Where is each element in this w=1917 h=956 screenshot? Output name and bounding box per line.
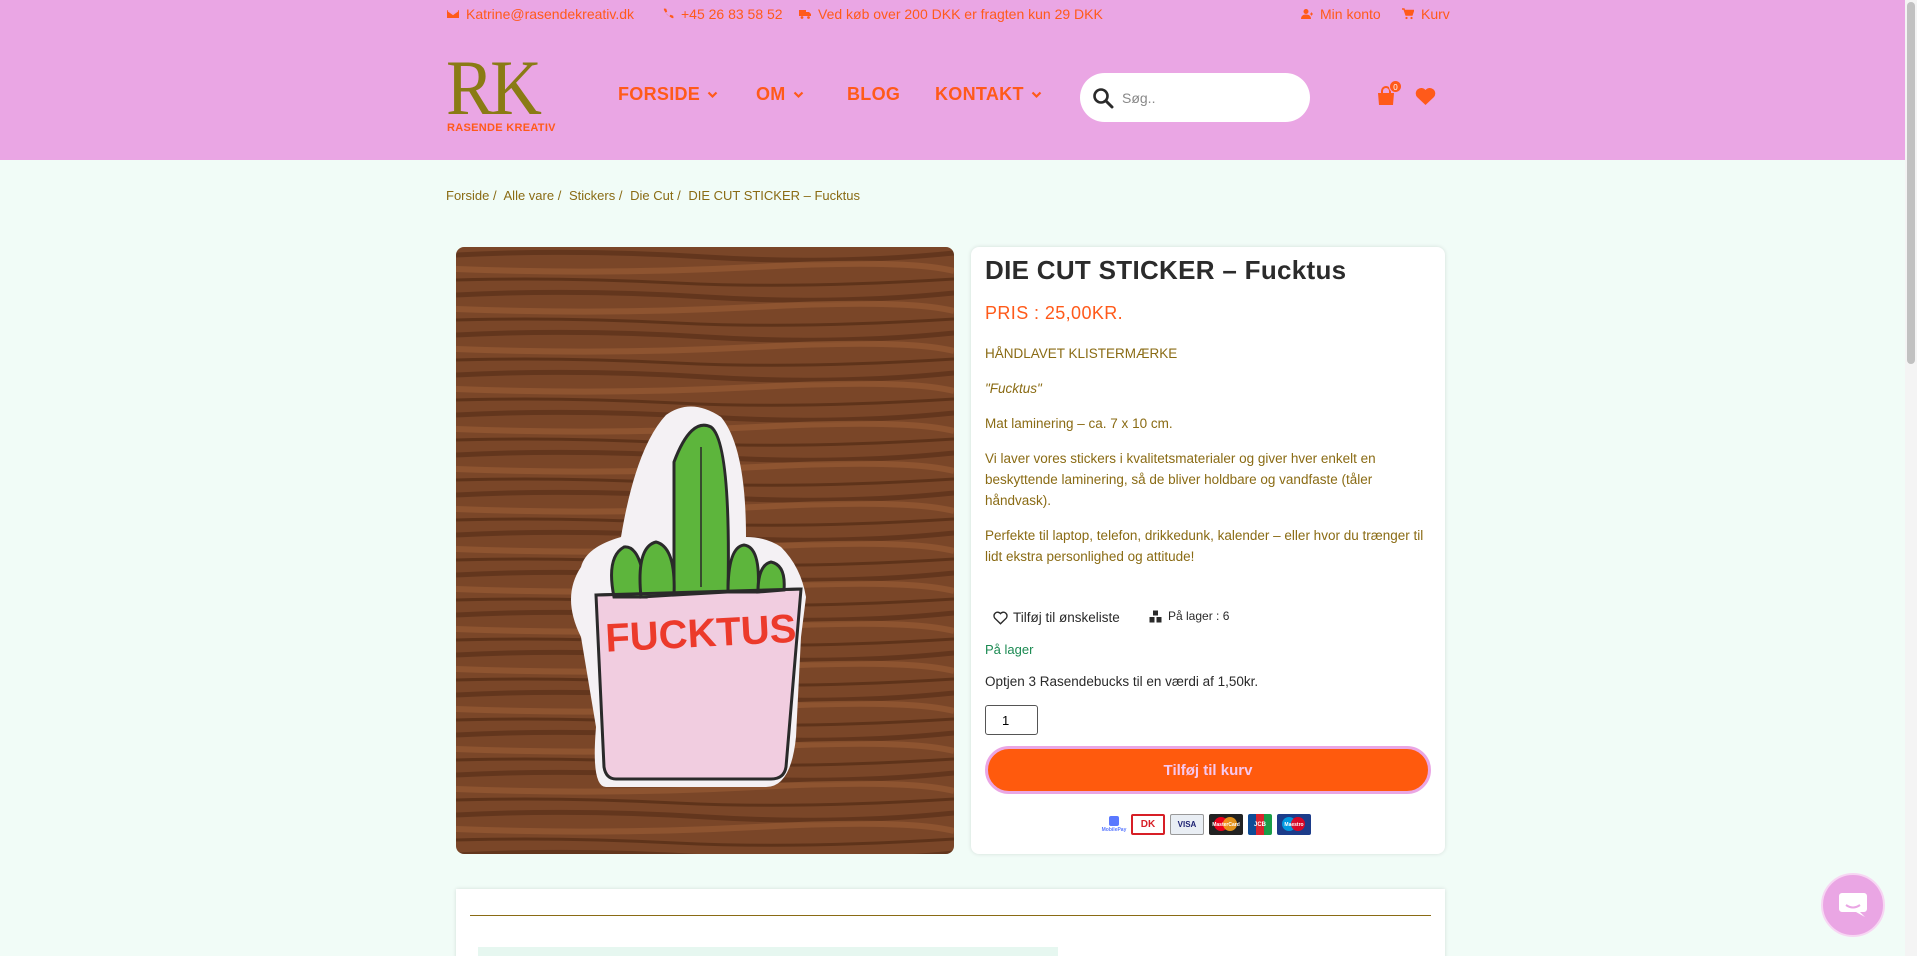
logo-name: RASENDE KREATIV [447, 122, 556, 134]
product-tabs-section [456, 889, 1445, 956]
truck-icon [799, 10, 811, 19]
breadcrumb-all[interactable]: Alle vare [504, 188, 555, 203]
breadcrumb-stickers[interactable]: Stickers [569, 188, 615, 203]
nav-item-blog[interactable]: BLOG [847, 84, 900, 105]
nav-kontakt-label: KONTAKT [935, 84, 1024, 104]
quantity-input[interactable] [985, 705, 1038, 735]
desc-use: Perfekte til laptop, telefon, drikkedunk… [985, 528, 1424, 564]
breadcrumb-current: DIE CUT STICKER – Fucktus [688, 188, 860, 203]
account-link[interactable]: Min konto [1301, 6, 1381, 22]
payment-mobilepay: MobilePay [1101, 827, 1127, 833]
breadcrumb-separator: / [677, 188, 681, 203]
phone-text: +45 26 83 58 52 [681, 6, 783, 22]
nav-item-kontakt[interactable]: KONTAKT [935, 84, 1042, 105]
heart-icon [1415, 87, 1436, 105]
nav-forside-label: FORSIDE [618, 84, 701, 104]
jcb-icon: JCB [1248, 814, 1272, 835]
breadcrumb-diecut[interactable]: Die Cut [630, 188, 673, 203]
product-description: HÅNDLAVET KLISTERMÆRKE "Fucktus" Mat lam… [985, 343, 1430, 581]
phone-link[interactable]: +45 26 83 58 52 [662, 6, 783, 22]
cart-count-badge: 0 [1389, 80, 1402, 93]
wishlist-label: Tilføj til ønskeliste [1013, 610, 1120, 625]
breadcrumb: Forside / Alle vare / Stickers / Die Cut… [446, 188, 864, 203]
email-text: Katrine@rasendekreativ.dk [466, 6, 635, 22]
header-wishlist-button[interactable] [1415, 87, 1436, 106]
stock-status: På lager [985, 642, 1034, 657]
search-icon[interactable] [1092, 87, 1114, 109]
payment-jcb: JCB [1253, 821, 1266, 828]
mobilepay-icon: MobilePay [1102, 814, 1126, 835]
user-icon [1301, 9, 1313, 19]
product-summary: DIE CUT STICKER – Fucktus PRIS : 25,00KR… [971, 247, 1445, 854]
desc-heading: HÅNDLAVET KLISTERMÆRKE [985, 346, 1178, 361]
cart-link[interactable]: Kurv [1402, 6, 1450, 22]
page-scrollbar[interactable] [1905, 0, 1917, 956]
breadcrumb-separator: / [492, 188, 497, 203]
nav-om-label: OM [756, 84, 786, 104]
phone-icon [663, 8, 674, 19]
search-input[interactable] [1122, 89, 1292, 106]
cart-icon [1402, 8, 1414, 20]
mastercard-icon: MasterCard [1209, 814, 1243, 835]
product-title: DIE CUT STICKER – Fucktus [985, 255, 1347, 285]
payment-methods: MobilePay DK VISA MasterCard JCB Maestro [1102, 814, 1311, 835]
chevron-down-icon [793, 91, 803, 99]
logo-letters: RK [446, 44, 542, 131]
heart-outline-icon [993, 611, 1008, 625]
payment-dk: DK [1140, 819, 1156, 830]
chat-button[interactable] [1821, 873, 1885, 937]
breadcrumb-separator: / [618, 188, 623, 203]
payment-maestro: Maestro [1284, 821, 1304, 828]
desc-quality: Vi laver vores stickers i kvalitetsmater… [985, 451, 1376, 508]
stock-quantity: På lager : 6 [1149, 609, 1229, 623]
add-to-wishlist-button[interactable]: Tilføj til ønskeliste [993, 610, 1120, 625]
mail-icon [447, 10, 459, 18]
shipping-notice: Ved køb over 200 DKK er fragten kun 29 D… [799, 6, 1103, 22]
product-image[interactable]: FUCKTUS [456, 247, 954, 854]
product-price: PRIS : 25,00KR. [985, 303, 1124, 323]
site-logo[interactable]: RK RASENDE KREATIV [446, 48, 556, 138]
account-text: Min konto [1320, 6, 1381, 22]
header-cart-button[interactable]: 0 [1377, 80, 1402, 106]
chevron-down-icon [1031, 91, 1042, 99]
payment-visa: VISA [1177, 820, 1197, 829]
shipping-text: Ved køb over 200 DKK er fragten kun 29 D… [818, 6, 1103, 22]
desc-name: "Fucktus" [985, 381, 1042, 396]
add-to-cart-button[interactable]: Tilføj til kurv [985, 746, 1431, 794]
site-header: Katrine@rasendekreativ.dk +45 26 83 58 5… [0, 0, 1917, 160]
nav-item-om[interactable]: OM [756, 84, 804, 105]
breadcrumb-home[interactable]: Forside [446, 188, 489, 203]
cart-text: Kurv [1421, 6, 1450, 22]
product-photo: FUCKTUS [456, 247, 954, 854]
desc-size: Mat laminering – ca. 7 x 10 cm. [985, 416, 1173, 431]
search-box[interactable] [1080, 73, 1310, 122]
payment-mastercard: MasterCard [1212, 821, 1240, 828]
stock-label: På lager : 6 [1168, 609, 1230, 623]
dankort-icon: DK [1131, 814, 1165, 835]
chat-icon [1839, 893, 1867, 917]
boxes-icon [1149, 610, 1162, 622]
nav-item-forside[interactable]: FORSIDE [618, 84, 718, 105]
visa-icon: VISA [1170, 814, 1204, 835]
chevron-down-icon [707, 91, 718, 99]
tab-strip [478, 947, 1058, 956]
breadcrumb-separator: / [557, 188, 562, 203]
scrollbar-thumb[interactable] [1907, 2, 1915, 364]
email-link[interactable]: Katrine@rasendekreativ.dk [447, 6, 634, 22]
top-bar: Katrine@rasendekreativ.dk +45 26 83 58 5… [447, 6, 1917, 26]
maestro-icon: Maestro [1277, 814, 1311, 835]
points-earn-text: Optjen 3 Rasendebucks til en værdi af 1,… [985, 674, 1259, 689]
divider [470, 915, 1431, 916]
nav-blog-label: BLOG [847, 84, 901, 104]
